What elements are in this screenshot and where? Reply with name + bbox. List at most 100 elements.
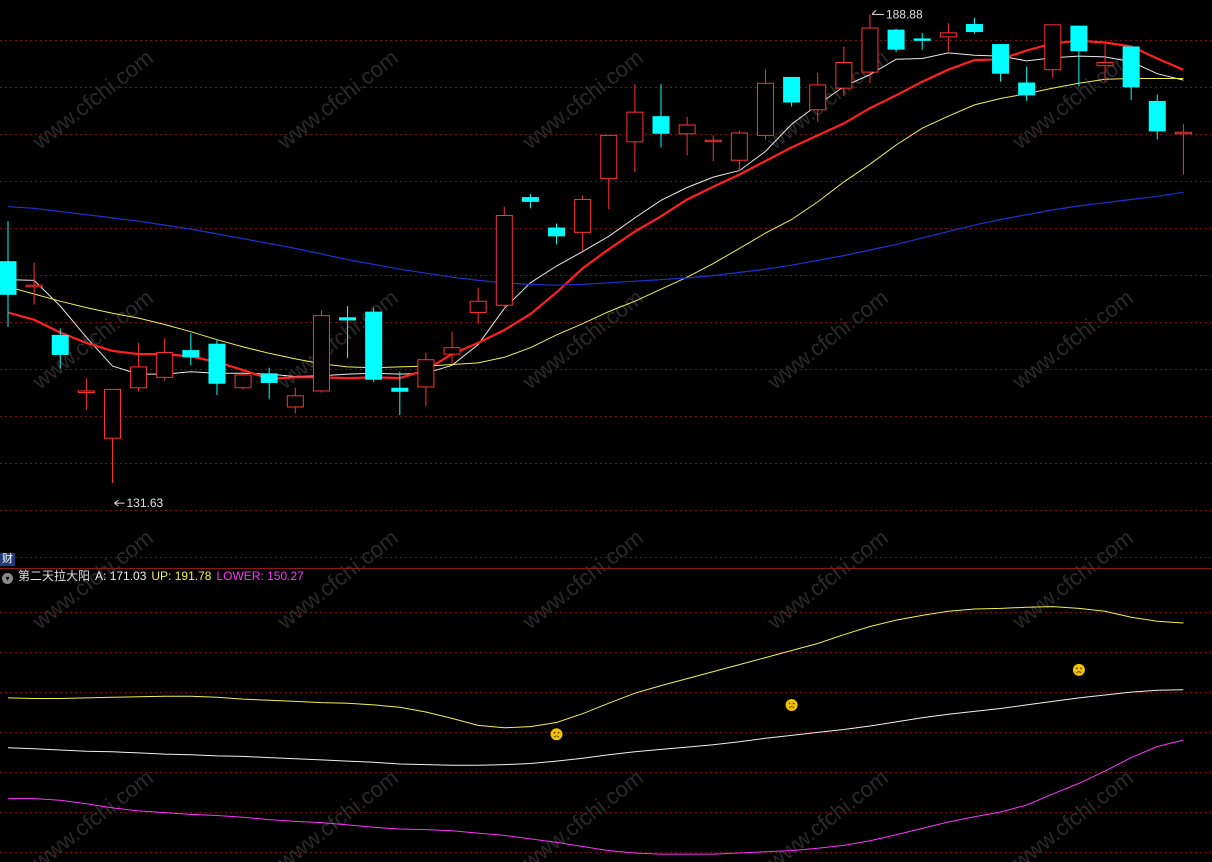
legend-up: UP: 191.78 <box>151 569 212 583</box>
face <box>785 698 798 711</box>
candle-body <box>678 124 696 135</box>
face <box>550 728 563 741</box>
candle <box>208 339 226 395</box>
candle <box>312 310 330 393</box>
candle <box>25 262 43 305</box>
price-extreme-labels: 188.88 131.63 <box>114 7 923 510</box>
signal-face-icon <box>550 728 563 741</box>
candle <box>1122 46 1140 101</box>
watermark-text: www.cfchi.com <box>272 45 403 155</box>
eye <box>792 702 795 705</box>
candle-body <box>521 197 539 202</box>
candle-body <box>103 388 121 439</box>
candle-body <box>469 300 487 313</box>
candle-body <box>574 198 592 233</box>
candle-body <box>51 334 69 355</box>
candle <box>77 378 95 411</box>
candle-body <box>626 111 644 143</box>
candle <box>626 84 644 173</box>
candle-body <box>730 132 748 161</box>
min-price-marker <box>114 499 125 507</box>
candle <box>756 69 774 140</box>
chevron-down-icon[interactable]: ▾ <box>2 573 13 584</box>
candle-body <box>260 373 278 383</box>
candle <box>678 116 696 156</box>
candle-body <box>77 390 95 393</box>
legend-a: A: 171.03 <box>95 569 147 583</box>
candle-body <box>312 315 330 392</box>
eye <box>788 702 791 705</box>
candle <box>103 388 121 484</box>
candle-body <box>156 352 174 378</box>
candle-body <box>25 284 43 288</box>
watermark-text: www.cfchi.com <box>27 45 158 155</box>
watermark-text: www.cfchi.com <box>517 525 648 635</box>
candle-body <box>652 116 670 134</box>
min-price-label: 131.63 <box>126 496 163 510</box>
watermark: www.cfchi.com www.cfchi.com www.cfchi.com w… <box>27 45 1138 862</box>
candle-body <box>1018 82 1036 96</box>
indicator-up-line <box>7 606 1184 729</box>
watermark-text: www.cfchi.com <box>27 765 158 862</box>
candle <box>548 223 566 245</box>
candle-body <box>1148 100 1166 132</box>
watermark-text: www.cfchi.com <box>1007 525 1138 635</box>
watermark-text: www.cfchi.com <box>272 765 403 862</box>
candle <box>156 338 174 381</box>
candle-body <box>182 350 200 358</box>
candle-body <box>913 38 931 41</box>
candle <box>234 371 252 390</box>
candle <box>469 287 487 324</box>
candle-body <box>600 134 618 180</box>
candle <box>365 307 383 383</box>
candle <box>783 76 801 107</box>
candle-body <box>756 82 774 136</box>
candle <box>0 221 17 327</box>
candle <box>1148 94 1166 140</box>
candle-body <box>495 215 513 306</box>
candle-body <box>417 359 435 388</box>
candle <box>1044 24 1062 78</box>
watermark-text: www.cfchi.com <box>517 765 648 862</box>
candle <box>600 134 618 210</box>
candle-body <box>286 395 304 408</box>
candle <box>992 44 1010 82</box>
finance-tag[interactable]: 财 <box>0 553 15 566</box>
watermark-text: www.cfchi.com <box>1007 765 1138 862</box>
legend-lower: LOWER: 150.27 <box>216 569 304 583</box>
signal-face-icon <box>785 698 798 711</box>
candle <box>574 195 592 251</box>
candle <box>704 135 722 162</box>
candle <box>130 342 148 391</box>
candle-body <box>965 24 983 33</box>
max-price-label: 188.88 <box>886 7 923 21</box>
candle <box>417 352 435 407</box>
kline-chart: www.cfchi.com www.cfchi.com www.cfchi.com w… <box>0 7 1212 862</box>
candle-body <box>208 343 226 384</box>
candle-body <box>1096 61 1114 67</box>
candle-body <box>234 374 252 389</box>
candle-body <box>992 44 1010 74</box>
candle-body <box>887 29 905 50</box>
candle <box>913 32 931 50</box>
candle <box>1018 66 1036 101</box>
signal-face-icon <box>1072 663 1085 676</box>
watermark-text: www.cfchi.com <box>762 525 893 635</box>
candle-body <box>130 366 148 389</box>
candle-body <box>1122 46 1140 88</box>
candle-body <box>939 32 957 38</box>
eye <box>1076 667 1078 670</box>
candle <box>495 206 513 307</box>
candle <box>965 17 983 34</box>
candle-body <box>861 27 879 73</box>
candle-body <box>0 261 17 295</box>
ma_blue-line <box>7 191 1184 286</box>
max-price-marker <box>871 10 884 15</box>
candle-body <box>835 61 853 89</box>
indicator-signals <box>550 663 1085 741</box>
candle-body <box>339 317 357 321</box>
watermark-text: www.cfchi.com <box>762 285 893 395</box>
eye <box>553 731 556 734</box>
indicator-name[interactable]: 第二天拉大阳 <box>18 569 90 583</box>
candle <box>652 84 670 148</box>
